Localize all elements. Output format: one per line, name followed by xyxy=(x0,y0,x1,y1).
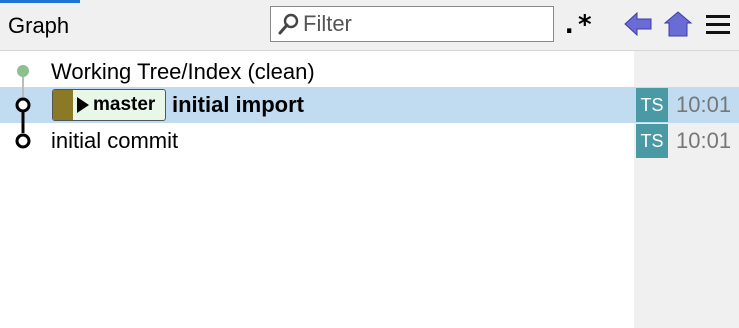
menu-button[interactable] xyxy=(700,6,736,42)
active-tab-indicator xyxy=(0,0,80,3)
commit-graph xyxy=(15,65,31,149)
avatar: TS xyxy=(636,88,668,122)
list-item[interactable]: initial commit TS 10:01 xyxy=(0,123,739,159)
back-arrow-icon xyxy=(624,11,652,37)
filter-input[interactable] xyxy=(301,9,591,39)
commit-node xyxy=(15,97,31,113)
regex-toggle-button[interactable]: .* xyxy=(560,8,594,42)
search-icon xyxy=(277,10,301,38)
working-tree-node xyxy=(17,65,29,77)
avatar: TS xyxy=(636,124,668,158)
branch-color-swatch xyxy=(53,90,73,120)
commit-message: initial commit xyxy=(51,128,179,153)
hamburger-menu-icon xyxy=(706,15,730,34)
commit-graph-list[interactable]: Working Tree/Index (clean) master initia… xyxy=(0,50,739,328)
commit-message: Working Tree/Index (clean) xyxy=(51,59,315,84)
branch-tag[interactable]: master xyxy=(52,89,166,121)
filter-box[interactable] xyxy=(270,6,591,42)
current-branch-icon xyxy=(77,97,89,113)
home-icon xyxy=(663,11,693,37)
branch-name: master xyxy=(93,94,156,115)
commit-time: 10:01 xyxy=(676,128,732,153)
commit-time: 10:01 xyxy=(676,92,732,117)
commit-node xyxy=(15,133,31,149)
back-button[interactable] xyxy=(620,6,656,42)
view-title: Graph xyxy=(8,13,70,38)
list-item[interactable]: master initial import TS 10:01 xyxy=(0,87,739,123)
commit-message: initial import xyxy=(172,92,304,117)
home-button[interactable] xyxy=(660,6,696,42)
list-item[interactable]: Working Tree/Index (clean) xyxy=(0,54,739,90)
